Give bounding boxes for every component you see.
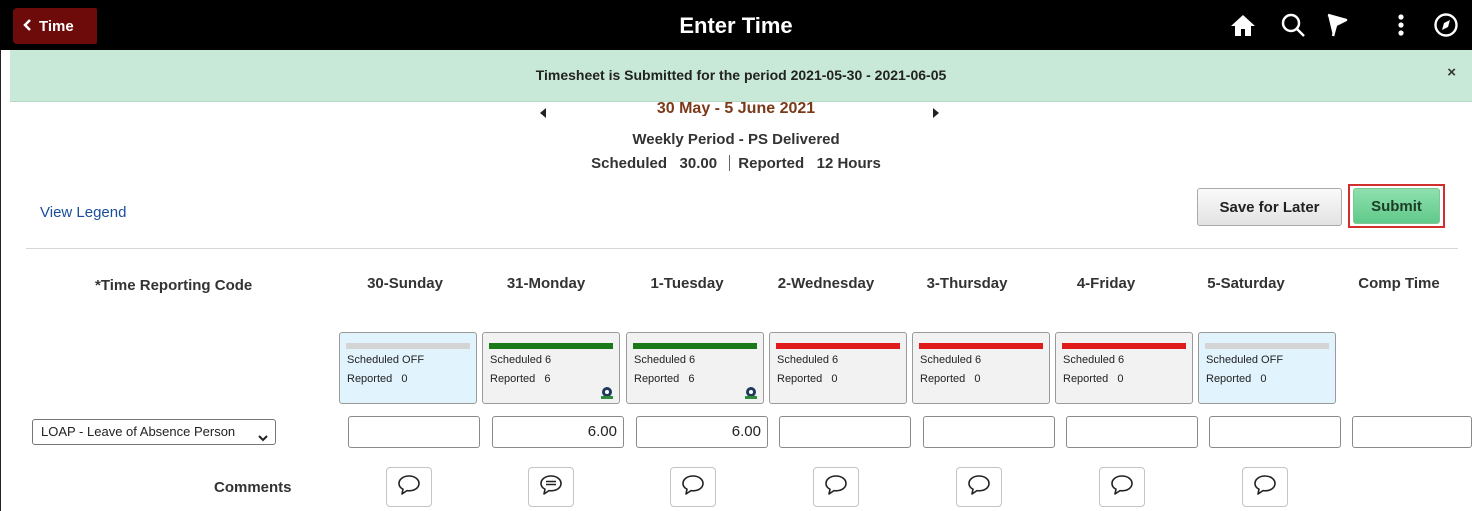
comment-filled-icon bbox=[539, 474, 563, 501]
comment-icon bbox=[681, 474, 705, 501]
comment-icon bbox=[1253, 474, 1277, 501]
hours-input[interactable] bbox=[1066, 416, 1198, 448]
status-bar bbox=[776, 343, 900, 349]
reported-hours: Reported 0 bbox=[1206, 373, 1267, 385]
scheduled-hours: Scheduled 6 bbox=[920, 354, 982, 366]
status-bar bbox=[346, 343, 470, 349]
approval-status-icon bbox=[744, 386, 758, 400]
banner-message: Timesheet is Submitted for the period 20… bbox=[535, 67, 947, 83]
confirmation-banner: Timesheet is Submitted for the period 20… bbox=[10, 50, 1472, 102]
more-vertical-icon[interactable] bbox=[1386, 10, 1416, 40]
comment-button[interactable] bbox=[386, 467, 432, 507]
reported-label: Reported bbox=[738, 155, 805, 172]
period-summary: Scheduled 30.00 Reported 12 Hours bbox=[0, 155, 1472, 172]
reported-hours: Reported 0 bbox=[347, 373, 408, 385]
next-period-icon[interactable] bbox=[933, 108, 939, 118]
comment-icon bbox=[397, 474, 421, 501]
comment-icon bbox=[1110, 474, 1134, 501]
day-summary-card[interactable]: Scheduled 6 Reported 0 bbox=[1055, 332, 1193, 404]
comp-time-header: Comp Time bbox=[1358, 275, 1440, 292]
day-header: 3-Thursday bbox=[926, 275, 1008, 292]
period-date-range: 30 May - 5 June 2021 bbox=[656, 102, 816, 116]
hours-input[interactable] bbox=[779, 416, 911, 448]
hours-input[interactable] bbox=[348, 416, 480, 448]
submit-button[interactable]: Submit bbox=[1353, 188, 1440, 224]
day-summary-card[interactable]: Scheduled OFF Reported 0 bbox=[1198, 332, 1336, 404]
day-header: 1-Tuesday bbox=[650, 275, 724, 292]
scheduled-hours: Scheduled 6 bbox=[634, 354, 696, 366]
top-banner: Time Enter Time bbox=[0, 0, 1472, 50]
approval-status-icon bbox=[600, 386, 614, 400]
comp-time-input[interactable] bbox=[1352, 416, 1472, 448]
reported-hours: Reported 6 bbox=[634, 373, 695, 385]
status-bar bbox=[1062, 343, 1186, 349]
day-summary-card[interactable]: Scheduled 6 Reported 6 bbox=[482, 332, 620, 404]
reported-hours: Reported 0 bbox=[1063, 373, 1124, 385]
comment-button[interactable] bbox=[670, 467, 716, 507]
trc-selected-value: LOAP - Leave of Absence Person bbox=[41, 424, 236, 439]
view-legend-link[interactable]: View Legend bbox=[40, 204, 126, 221]
period-name: Weekly Period - PS Delivered bbox=[632, 131, 840, 148]
day-summary-card[interactable]: Scheduled 6 Reported 0 bbox=[912, 332, 1050, 404]
status-bar bbox=[633, 343, 757, 349]
home-icon[interactable] bbox=[1228, 10, 1258, 40]
day-summary-card[interactable]: Scheduled OFF Reported 0 bbox=[339, 332, 477, 404]
comment-icon bbox=[824, 474, 848, 501]
comment-icon bbox=[967, 474, 991, 501]
scheduled-hours: Scheduled 6 bbox=[777, 354, 839, 366]
scheduled-value: 30.00 bbox=[679, 155, 718, 172]
chevron-down-icon bbox=[258, 427, 268, 442]
day-header: 2-Wednesday bbox=[777, 275, 875, 292]
reported-hours: Reported 0 bbox=[777, 373, 838, 385]
divider bbox=[26, 248, 1458, 249]
hours-input[interactable] bbox=[923, 416, 1055, 448]
scheduled-hours: Scheduled OFF bbox=[347, 354, 425, 366]
comment-button[interactable] bbox=[1099, 467, 1145, 507]
comment-button[interactable] bbox=[813, 467, 859, 507]
save-for-later-button[interactable]: Save for Later bbox=[1197, 188, 1342, 226]
close-icon[interactable]: × bbox=[1447, 64, 1456, 81]
hours-input[interactable] bbox=[1209, 416, 1341, 448]
status-bar bbox=[919, 343, 1043, 349]
day-header: 31-Monday bbox=[506, 275, 586, 292]
trc-column-header: *Time Reporting Code bbox=[95, 277, 253, 294]
time-reporting-code-select[interactable]: LOAP - Leave of Absence Person bbox=[32, 419, 276, 445]
day-header: 30-Sunday bbox=[367, 275, 443, 292]
status-bar bbox=[1205, 343, 1329, 349]
flag-icon[interactable] bbox=[1322, 10, 1352, 40]
navigator-compass-icon[interactable] bbox=[1431, 10, 1461, 40]
scheduled-hours: Scheduled 6 bbox=[490, 354, 552, 366]
scheduled-label: Scheduled bbox=[591, 155, 668, 172]
left-border bbox=[0, 50, 4, 511]
hours-input[interactable]: 6.00 bbox=[636, 416, 768, 448]
hours-input[interactable]: 6.00 bbox=[492, 416, 624, 448]
comment-button[interactable] bbox=[1242, 467, 1288, 507]
summary-divider bbox=[729, 155, 731, 171]
status-bar bbox=[489, 343, 613, 349]
comment-button[interactable] bbox=[528, 467, 574, 507]
day-header: 5-Saturday bbox=[1207, 275, 1285, 292]
reported-value: 12 Hours bbox=[816, 155, 881, 172]
reported-hours: Reported 6 bbox=[490, 373, 551, 385]
day-summary-card[interactable]: Scheduled 6 Reported 0 bbox=[769, 332, 907, 404]
comment-button[interactable] bbox=[956, 467, 1002, 507]
search-icon[interactable] bbox=[1278, 10, 1308, 40]
comments-label: Comments bbox=[214, 479, 292, 496]
reported-hours: Reported 0 bbox=[920, 373, 981, 385]
scheduled-hours: Scheduled 6 bbox=[1063, 354, 1125, 366]
day-header: 4-Friday bbox=[1076, 275, 1136, 292]
day-summary-card[interactable]: Scheduled 6 Reported 6 bbox=[626, 332, 764, 404]
scheduled-hours: Scheduled OFF bbox=[1206, 354, 1284, 366]
